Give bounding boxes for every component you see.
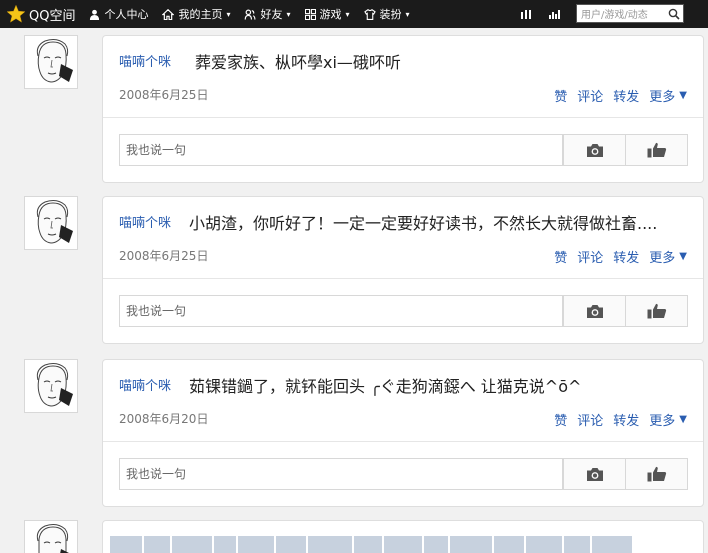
person-icon <box>90 9 100 20</box>
thumbs-up-icon <box>647 142 666 158</box>
more-menu[interactable]: 更多 ▼ <box>649 247 687 266</box>
nav-label: 游戏 <box>319 8 342 21</box>
top-navigation-bar: QQ空间 个人中心 我的主页 ▾ 好友 ▾ 游戏 ▾ 装扮 ▾ 用户/游戏/动态 <box>0 0 708 28</box>
thumbs-up-button[interactable] <box>625 295 688 327</box>
chevron-down-icon: ▾ <box>286 9 291 19</box>
like-link[interactable]: 赞 <box>554 86 567 105</box>
post-date: 2008年6月20日 <box>119 412 209 426</box>
post-author-link[interactable]: 喵喃个咪 <box>119 212 171 231</box>
post-card: 喵喃个咪 小胡渣，你听好了！一定一定要好好读书，不然长大就得做社畜.... 20… <box>102 196 704 344</box>
comment-row: 我也说一句 <box>103 118 703 182</box>
nav-friends[interactable]: 好友 ▾ <box>244 6 291 22</box>
blurred-content <box>110 536 704 553</box>
chevron-down-icon: ▾ <box>405 9 410 19</box>
shirt-icon <box>363 8 376 20</box>
nav-label: 个人中心 <box>104 8 149 21</box>
qzone-logo[interactable]: QQ空间 <box>6 4 75 24</box>
search-input[interactable]: 用户/游戏/动态 <box>576 4 684 23</box>
post-author-link[interactable]: 喵喃个咪 <box>119 375 171 394</box>
nav-personal-center[interactable]: 个人中心 <box>89 6 148 22</box>
comment-input[interactable]: 我也说一句 <box>119 458 563 490</box>
grid-icon <box>304 8 316 20</box>
comment-link[interactable]: 评论 <box>577 410 603 429</box>
more-menu[interactable]: 更多 ▼ <box>649 86 687 105</box>
avatar[interactable] <box>24 35 78 89</box>
post-card: 喵喃个咪 茹锞错鐹了，就钚能回头 ╭ぐ走狗滴鐚へ 让猫克说^ō^ 2008年6月… <box>102 359 704 507</box>
post-content: 葬爱家族、枞吥學xi—硪吥听 <box>195 53 401 72</box>
nav-label: 我的主页 <box>178 8 223 21</box>
thumbs-up-icon <box>647 303 666 319</box>
avatar[interactable] <box>24 359 78 413</box>
sketch-face-avatar-icon <box>36 200 73 244</box>
brand-name: QQ空间 <box>29 8 76 24</box>
comment-input[interactable]: 我也说一句 <box>119 134 563 166</box>
stats-icon[interactable] <box>549 9 560 19</box>
nav-label: 装扮 <box>379 8 402 21</box>
post-actions: 赞 评论 转发 更多 ▼ <box>544 410 687 429</box>
like-link[interactable]: 赞 <box>554 247 567 266</box>
post-author-link[interactable]: 喵喃个咪 <box>119 51 171 70</box>
search-icon[interactable] <box>668 8 680 20</box>
avatar[interactable] <box>24 196 78 250</box>
share-link[interactable]: 转发 <box>613 247 639 266</box>
post-content: 茹锞错鐹了，就钚能回头 ╭ぐ走狗滴鐚へ 让猫克说^ō^ <box>189 377 582 396</box>
sketch-face-avatar-icon <box>36 39 73 83</box>
like-link[interactable]: 赞 <box>554 410 567 429</box>
star-logo-icon <box>6 4 26 23</box>
photo-button[interactable] <box>563 458 626 490</box>
topbar-right-group: 用户/游戏/动态 <box>521 4 684 23</box>
more-label: 更多 <box>649 251 676 266</box>
comment-link[interactable]: 评论 <box>577 247 603 266</box>
main-nav: 个人中心 我的主页 ▾ 好友 ▾ 游戏 ▾ 装扮 ▾ <box>89 6 423 22</box>
post-card: 喵喃个咪 葬爱家族、枞吥學xi—硪吥听 2008年6月25日 赞 评论 转发 更… <box>102 35 704 183</box>
sketch-face-avatar-icon <box>36 524 69 553</box>
post-date: 2008年6月25日 <box>119 88 209 102</box>
menu-bars-icon[interactable] <box>521 9 531 19</box>
comment-input[interactable]: 我也说一句 <box>119 295 563 327</box>
thumbs-up-button[interactable] <box>625 458 688 490</box>
chevron-down-icon: ▾ <box>345 9 350 19</box>
thumbs-up-button[interactable] <box>625 134 688 166</box>
post-actions: 赞 评论 转发 更多 ▼ <box>544 86 687 105</box>
post-actions: 赞 评论 转发 更多 ▼ <box>544 247 687 266</box>
post-header: 喵喃个咪 茹锞错鐹了，就钚能回头 ╭ぐ走狗滴鐚へ 让猫克说^ō^ 2008年6月… <box>103 360 703 442</box>
home-icon <box>162 8 175 20</box>
photo-button[interactable] <box>563 295 626 327</box>
chevron-down-icon: ▾ <box>226 9 231 19</box>
caret-down-icon: ▼ <box>679 251 687 262</box>
comment-row: 我也说一句 <box>103 442 703 506</box>
share-link[interactable]: 转发 <box>613 86 639 105</box>
camera-icon <box>586 143 603 157</box>
friends-icon <box>245 9 256 20</box>
more-menu[interactable]: 更多 ▼ <box>649 410 687 429</box>
camera-icon <box>586 304 603 318</box>
comment-row: 我也说一句 <box>103 279 703 343</box>
more-label: 更多 <box>649 90 676 105</box>
sketch-face-avatar-icon <box>36 363 73 407</box>
thumbs-up-icon <box>647 466 666 482</box>
nav-label: 好友 <box>260 8 283 21</box>
camera-icon <box>586 467 603 481</box>
search-placeholder: 用户/游戏/动态 <box>581 10 648 21</box>
more-label: 更多 <box>649 414 676 429</box>
post-header: 喵喃个咪 小胡渣，你听好了！一定一定要好好读书，不然长大就得做社畜.... 20… <box>103 197 703 279</box>
avatar[interactable] <box>24 520 78 553</box>
post-date: 2008年6月25日 <box>119 249 209 263</box>
nav-my-homepage[interactable]: 我的主页 ▾ <box>162 6 230 22</box>
photo-button[interactable] <box>563 134 626 166</box>
nav-games[interactable]: 游戏 ▾ <box>304 6 350 22</box>
comment-link[interactable]: 评论 <box>577 86 603 105</box>
post-header: 喵喃个咪 葬爱家族、枞吥學xi—硪吥听 2008年6月25日 赞 评论 转发 更… <box>103 36 703 118</box>
caret-down-icon: ▼ <box>679 414 687 425</box>
share-link[interactable]: 转发 <box>613 410 639 429</box>
nav-decoration[interactable]: 装扮 ▾ <box>363 6 410 22</box>
post-content: 小胡渣，你听好了！一定一定要好好读书，不然长大就得做社畜.... <box>189 214 658 233</box>
caret-down-icon: ▼ <box>679 90 687 101</box>
